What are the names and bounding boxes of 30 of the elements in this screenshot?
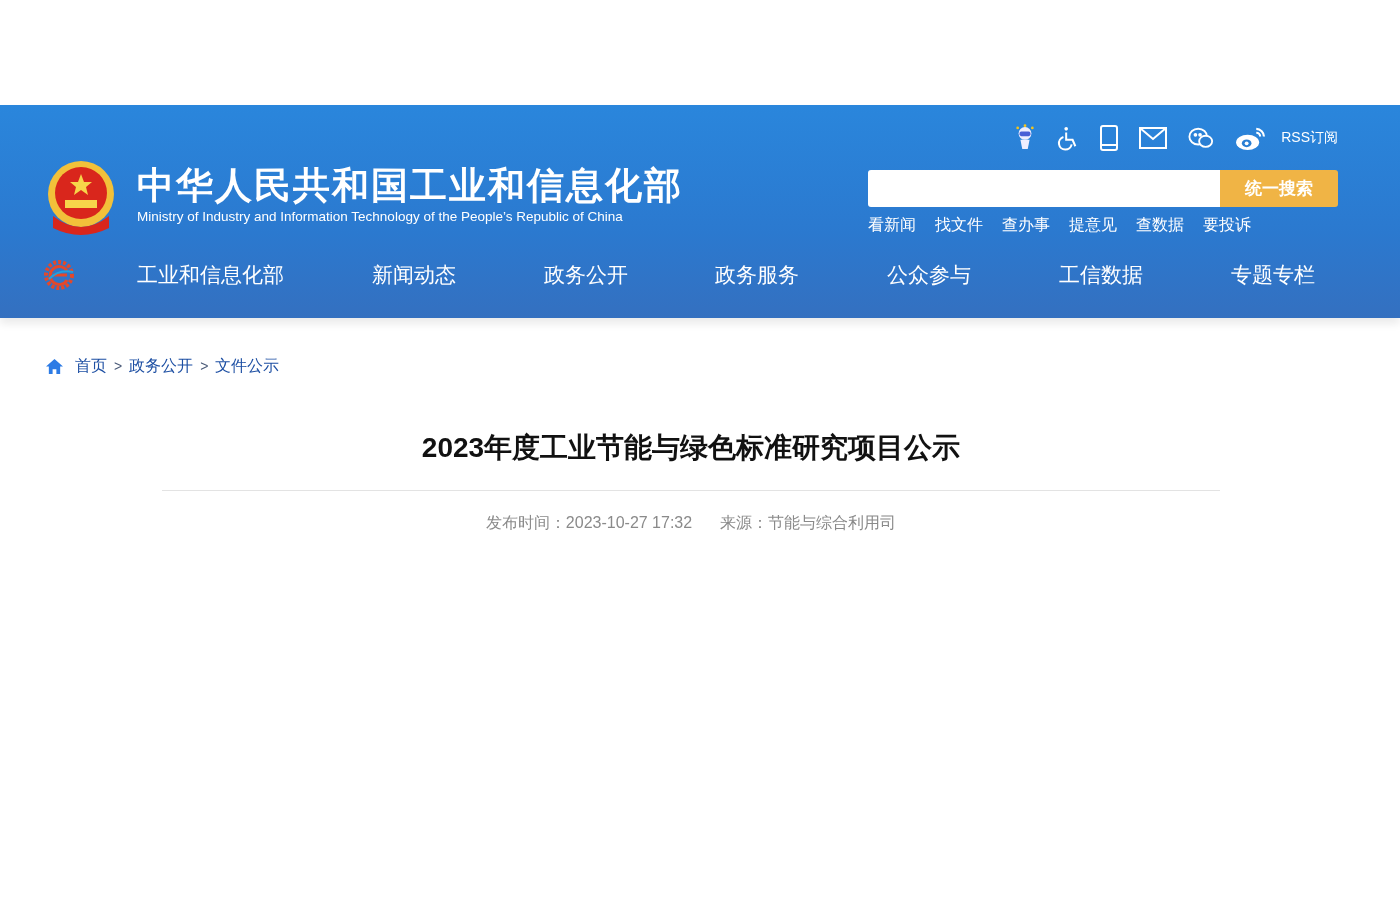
article-source: 来源：节能与综合利用司 xyxy=(720,513,897,533)
breadcrumb-separator: > xyxy=(114,358,123,374)
nav-link[interactable]: 政务服务 xyxy=(715,261,800,289)
search-field[interactable] xyxy=(868,170,1220,207)
breadcrumb-separator: > xyxy=(200,358,209,374)
site-subtitle: Ministry of Industry and Information Technology of the People’s Republic of China xyxy=(137,208,624,226)
mail-icon[interactable] xyxy=(1139,127,1168,149)
nav-link[interactable]: 专题专栏 xyxy=(1230,261,1315,289)
quick-link[interactable]: 看新闻 xyxy=(868,215,916,236)
quick-link[interactable]: 找文件 xyxy=(935,215,983,236)
nav-link[interactable]: 政务公开 xyxy=(543,261,628,289)
mobile-phone-icon[interactable] xyxy=(1100,125,1119,151)
chat-bubbles-icon[interactable] xyxy=(1188,126,1215,150)
site-title: 中华人民共和国工业和信息化部 xyxy=(137,164,683,208)
breadcrumb-link[interactable]: 首页 xyxy=(75,355,107,377)
article-title: 2023年度工业节能与绿色标准研究项目公示 xyxy=(421,431,961,465)
quick-link[interactable]: 提意见 xyxy=(1069,215,1117,236)
quick-link[interactable]: 要投诉 xyxy=(1203,215,1251,236)
nav-link[interactable]: 工业和信息化部 xyxy=(137,261,284,289)
publish-time: 发布时间：2023-10-27 17:32 xyxy=(485,513,693,533)
quick-link[interactable]: 查办事 xyxy=(1002,215,1050,236)
breadcrumb-link[interactable]: 文件公示 xyxy=(215,355,280,377)
nav-link[interactable]: 公众参与 xyxy=(887,261,972,289)
quick-link[interactable]: 查数据 xyxy=(1136,215,1184,236)
national-emblem-icon xyxy=(45,160,117,236)
breadcrumb-link[interactable]: 政务公开 xyxy=(129,355,194,377)
nav-link[interactable]: 新闻动态 xyxy=(371,261,456,289)
nav-link[interactable]: 工信数据 xyxy=(1059,261,1144,289)
rss-link[interactable]: RSS订阅 xyxy=(1281,129,1338,147)
home-icon[interactable] xyxy=(45,357,64,375)
